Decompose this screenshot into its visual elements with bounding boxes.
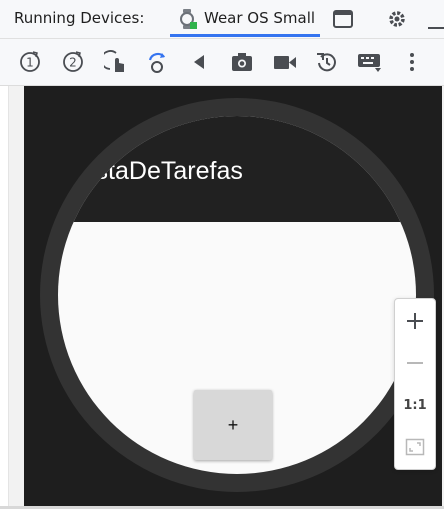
camera-icon[interactable]: [229, 49, 255, 75]
one-to-one-label: 1:1: [403, 397, 427, 413]
svg-text:2: 2: [69, 56, 77, 70]
zoom-in-button[interactable]: [395, 301, 435, 341]
minus-icon: [407, 362, 423, 364]
fit-screen-icon: [405, 438, 425, 456]
power-1-icon[interactable]: 1: [17, 49, 43, 75]
rotate-icon[interactable]: [144, 49, 170, 75]
touch-icon[interactable]: [103, 49, 129, 75]
device-tab-label: Wear OS Small: [204, 9, 316, 27]
app-title: istaDeTarefas: [90, 157, 243, 185]
reset-icon[interactable]: [314, 49, 340, 75]
zoom-out-button[interactable]: [395, 343, 435, 383]
zoom-controls: 1:1: [394, 298, 436, 470]
back-icon[interactable]: [186, 49, 212, 75]
video-icon[interactable]: [272, 49, 298, 75]
minimize-icon[interactable]: [428, 16, 444, 35]
watch-screen[interactable]: istaDeTarefas +: [58, 116, 416, 474]
running-devices-titlebar: Running Devices: Wear OS Small: [0, 0, 444, 39]
power-2-icon[interactable]: 2: [60, 49, 86, 75]
gear-icon[interactable]: [386, 8, 408, 34]
watch-icon: [178, 8, 200, 34]
tab-wear-os-small[interactable]: Wear OS Small: [170, 0, 320, 37]
more-icon[interactable]: [399, 49, 425, 75]
zoom-actual-size-button[interactable]: 1:1: [395, 385, 435, 425]
device-toolbar: 1 2: [0, 39, 444, 86]
left-panel-edge: [0, 86, 9, 509]
add-task-button[interactable]: +: [194, 390, 272, 460]
running-devices-label: Running Devices:: [14, 9, 145, 27]
plus-icon: [407, 313, 423, 329]
app-header: istaDeTarefas: [58, 116, 416, 222]
keyboard-icon[interactable]: [357, 49, 383, 75]
zoom-fit-button[interactable]: [395, 427, 435, 467]
svg-text:1: 1: [26, 56, 34, 70]
window-icon[interactable]: [332, 8, 354, 34]
